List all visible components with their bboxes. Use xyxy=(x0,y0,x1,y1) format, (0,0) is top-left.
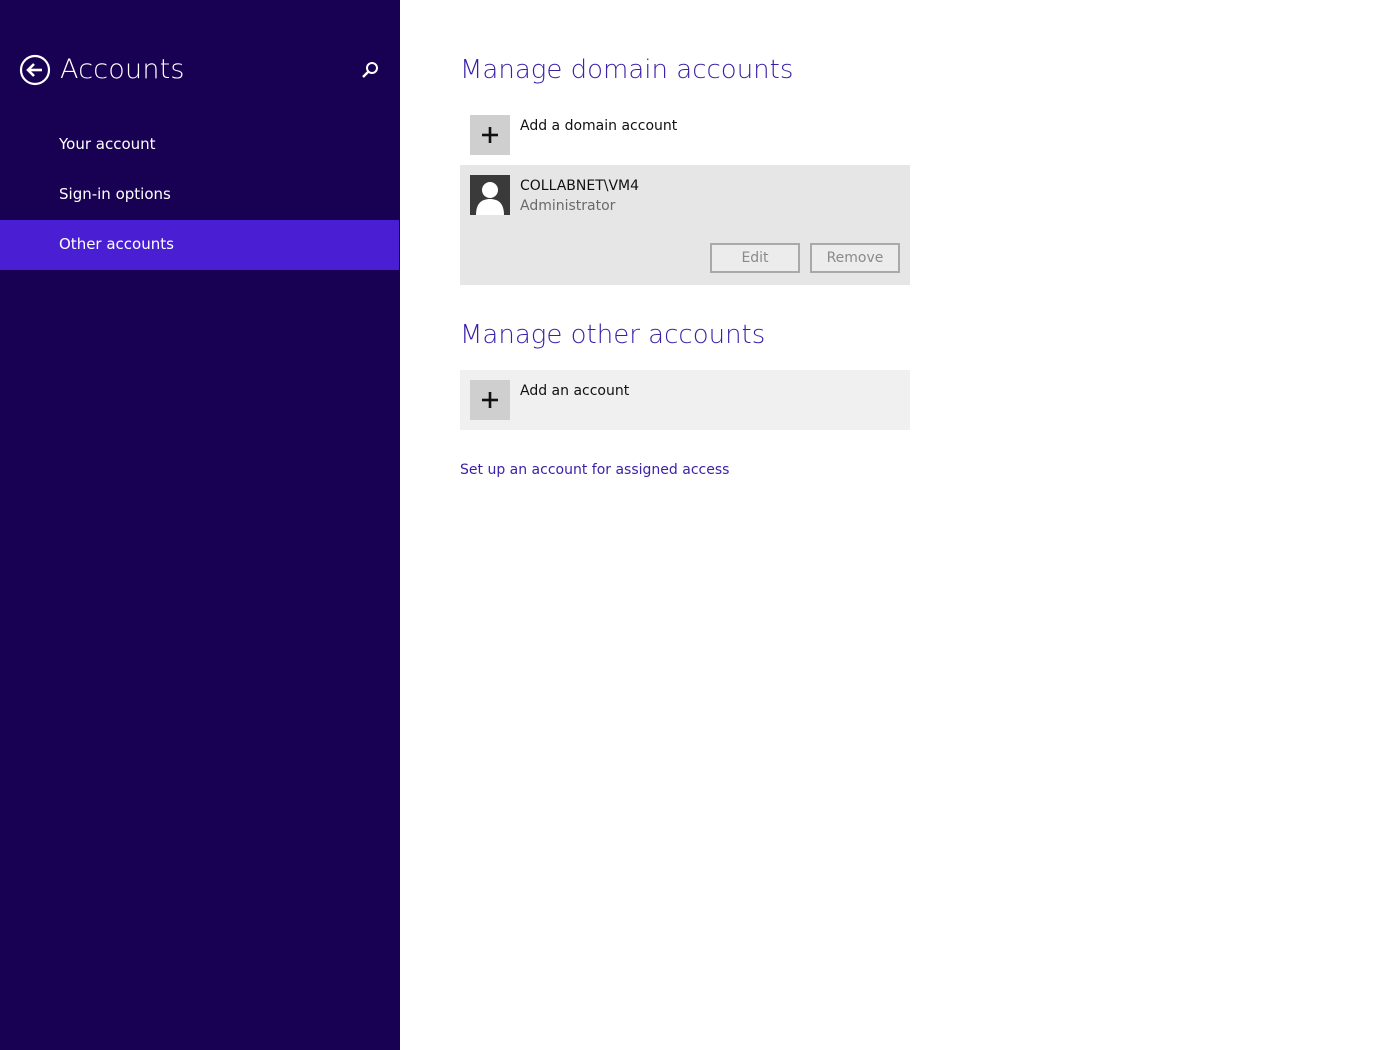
sidebar: Accounts Your account Sign-in options Ot… xyxy=(0,0,400,1050)
back-button[interactable] xyxy=(19,54,51,86)
other-section-title: Manage other accounts xyxy=(460,320,766,350)
sidebar-title: Accounts xyxy=(60,54,185,85)
edit-button[interactable]: Edit xyxy=(710,243,800,273)
add-account-button[interactable]: Add an account xyxy=(460,370,910,430)
add-account-label: Add an account xyxy=(520,383,630,399)
domain-account-card[interactable]: COLLABNET\VM4 Administrator Edit Remove xyxy=(460,165,910,285)
account-role: Administrator xyxy=(520,198,616,214)
main-content: Manage domain accounts Add a domain acco… xyxy=(400,0,1400,1050)
sidebar-item-label: Your account xyxy=(59,135,156,153)
sidebar-item-label: Sign-in options xyxy=(59,185,171,203)
sidebar-item-your-account[interactable]: Your account xyxy=(0,120,399,170)
remove-button[interactable]: Remove xyxy=(810,243,900,273)
plus-tile xyxy=(470,380,510,420)
plus-icon xyxy=(482,392,498,408)
search-icon xyxy=(362,62,378,78)
settings-window: Accounts Your account Sign-in options Ot… xyxy=(0,0,1400,1050)
sidebar-item-label: Other accounts xyxy=(59,235,174,253)
avatar xyxy=(470,175,510,215)
domain-section-title: Manage domain accounts xyxy=(460,55,794,85)
user-avatar-icon xyxy=(470,175,510,215)
back-arrow-circle-icon xyxy=(19,54,51,86)
add-domain-account-button[interactable]: Add a domain account xyxy=(460,105,910,163)
sidebar-item-sign-in-options[interactable]: Sign-in options xyxy=(0,170,399,220)
add-domain-account-label: Add a domain account xyxy=(520,118,678,134)
plus-tile xyxy=(470,115,510,155)
search-button[interactable] xyxy=(358,58,382,82)
account-name: COLLABNET\VM4 xyxy=(520,178,640,194)
plus-icon xyxy=(482,127,498,143)
assigned-access-link[interactable]: Set up an account for assigned access xyxy=(460,461,729,479)
sidebar-item-other-accounts[interactable]: Other accounts xyxy=(0,220,399,270)
